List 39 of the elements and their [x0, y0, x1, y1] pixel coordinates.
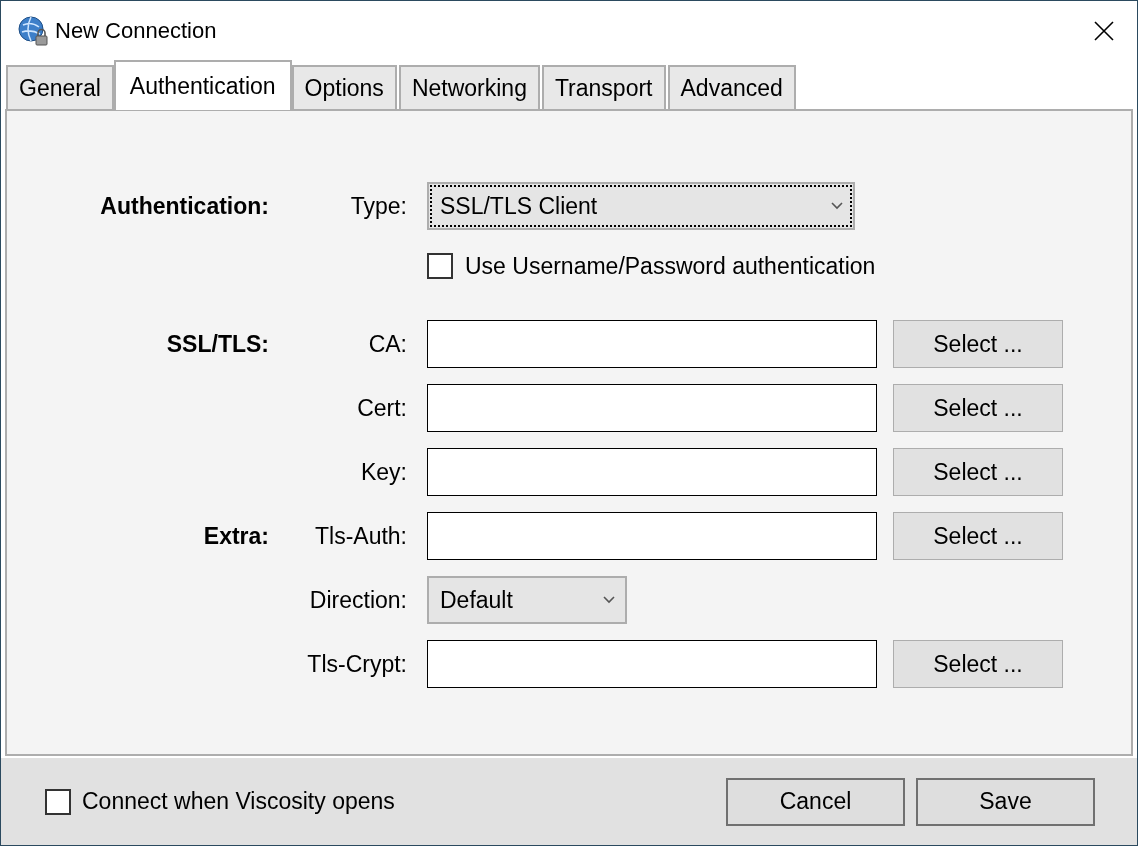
field-label: Tls-Auth: [314, 522, 407, 550]
field-label: CA: [368, 330, 407, 358]
checkbox[interactable] [427, 253, 453, 279]
section-label: SSL/TLS: [166, 330, 269, 358]
tab[interactable]: Networking [398, 65, 540, 109]
input-field[interactable] [427, 512, 877, 560]
chevron-icon [603, 596, 615, 604]
tab[interactable]: Advanced [667, 65, 796, 109]
input-field[interactable] [427, 640, 877, 688]
select-button[interactable]: Select ... [893, 640, 1063, 688]
select-button[interactable]: Select ... [893, 448, 1063, 496]
field-label: Type: [350, 192, 407, 220]
type-dropdown[interactable]: SSL/TLS Client [427, 182, 855, 230]
field-label: Direction: [309, 586, 407, 614]
close-icon[interactable] [1093, 19, 1115, 42]
field-label: Cert: [357, 394, 407, 422]
globe-lock-icon [17, 14, 49, 47]
cancel-button[interactable]: Cancel [726, 777, 905, 826]
tab[interactable]: General [6, 65, 114, 109]
section-label: Extra: [203, 522, 269, 550]
select-button[interactable]: Select ... [893, 512, 1063, 560]
tab[interactable]: Options [291, 65, 397, 109]
input-field[interactable] [427, 320, 877, 368]
field-label: Tls-Crypt: [307, 650, 407, 678]
checkbox-label: Connect when Viscosity opens [82, 788, 395, 815]
tab[interactable]: Authentication [113, 60, 292, 110]
input-field[interactable] [427, 448, 877, 496]
field-label: Key: [360, 458, 407, 486]
direction-dropdown[interactable]: Default [427, 576, 627, 624]
checkbox[interactable] [45, 788, 71, 815]
select-button[interactable]: Select ... [893, 384, 1063, 432]
chevron-icon [831, 202, 843, 210]
window-title: New Connection [55, 17, 217, 44]
section-label: Authentication: [100, 192, 269, 220]
checkbox-label: Use Username/Password authentication [465, 252, 876, 280]
select-button[interactable]: Select ... [893, 320, 1063, 368]
input-field[interactable] [427, 384, 877, 432]
save-button[interactable]: Save [916, 777, 1095, 826]
tab[interactable]: Transport [541, 65, 666, 109]
